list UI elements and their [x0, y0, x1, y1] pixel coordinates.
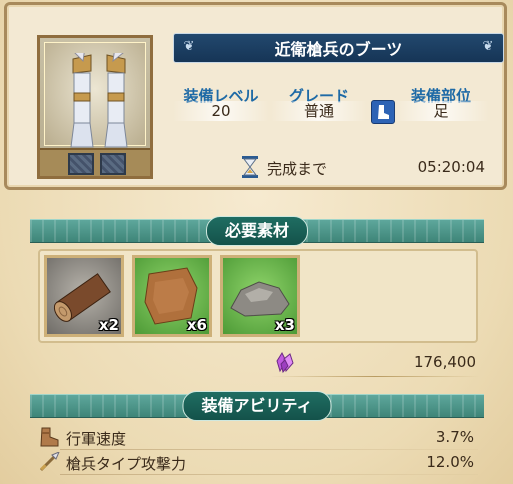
ornament-icon: ❦: [482, 39, 494, 54]
material-count: x3: [274, 316, 295, 334]
abilities-title: 装備アビリティ: [182, 391, 332, 421]
timer-value: 05:20:04: [417, 158, 485, 176]
crystal-cost: 176,400: [270, 351, 480, 377]
spear-icon: [39, 452, 60, 472]
ability-value: 12.0%: [426, 453, 474, 471]
materials-title: 必要素材: [205, 216, 309, 246]
grade-value: 普通: [271, 101, 367, 121]
ornament-icon: ❦: [183, 39, 195, 54]
item-name: 近衛槍兵のブーツ: [274, 40, 403, 59]
boots-icon: [104, 53, 128, 148]
ability-row: 槍兵タイプ攻撃力 12.0%: [38, 451, 478, 475]
abilities-header: 装備アビリティ: [30, 391, 484, 421]
boots-icon: [70, 53, 94, 148]
item-title-banner: ❦ 近衛槍兵のブーツ ❦: [173, 33, 504, 63]
socket-strip: [40, 148, 150, 176]
material-slot-log[interactable]: x2: [44, 255, 124, 337]
material-slot-stone[interactable]: x3: [220, 255, 300, 337]
hourglass-icon: [242, 156, 258, 178]
gem-socket[interactable]: [68, 153, 94, 175]
boot-icon: [40, 427, 59, 447]
material-count: x6: [186, 316, 207, 334]
ability-label: 槍兵タイプ攻撃力: [66, 455, 187, 473]
crystal-icon: [276, 351, 294, 373]
materials-list: x2 x6 x3: [38, 249, 478, 343]
material-count: x2: [98, 316, 119, 334]
materials-header: 必要素材: [30, 216, 484, 246]
material-slot-leather[interactable]: x6: [132, 255, 212, 337]
item-portrait: [37, 35, 153, 179]
crystal-value: 176,400: [413, 353, 476, 371]
ability-row: 行軍速度 3.7%: [38, 426, 478, 450]
boot-slot-icon: [371, 100, 395, 124]
slot-value: 足: [393, 101, 489, 121]
ability-value: 3.7%: [435, 428, 474, 446]
gem-socket[interactable]: [100, 153, 126, 175]
crafting-timer: 完成まで 05:20:04: [241, 155, 503, 179]
timer-label: 完成まで: [267, 160, 328, 178]
ability-label: 行軍速度: [66, 430, 127, 448]
item-card: ❦ 近衛槍兵のブーツ ❦ 装備レベル 20 グレード 普通 装備部位 足 完成ま…: [4, 2, 507, 190]
level-value: 20: [173, 101, 269, 121]
